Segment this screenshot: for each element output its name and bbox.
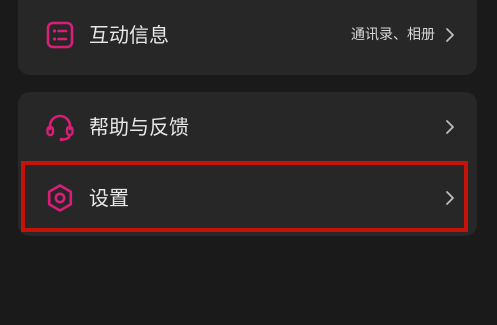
interaction-card: 互动信息 通讯录、相册 (18, 0, 477, 75)
settings-row[interactable]: 设置 (18, 163, 477, 233)
support-card: 帮助与反馈 设置 (18, 92, 477, 236)
info-list-icon (44, 19, 76, 51)
interaction-info-label: 互动信息 (89, 23, 169, 47)
interaction-info-value: 通讯录、相册 (351, 27, 435, 43)
chevron-right-icon (445, 190, 455, 206)
help-feedback-row[interactable]: 帮助与反馈 (18, 92, 477, 162)
settings-label: 设置 (89, 186, 129, 210)
chevron-right-icon (445, 27, 455, 43)
interaction-info-row[interactable]: 互动信息 通讯录、相册 (18, 0, 477, 70)
chevron-right-icon (445, 119, 455, 135)
gear-icon (44, 182, 76, 214)
help-feedback-label: 帮助与反馈 (89, 115, 189, 139)
headset-icon (44, 111, 76, 143)
